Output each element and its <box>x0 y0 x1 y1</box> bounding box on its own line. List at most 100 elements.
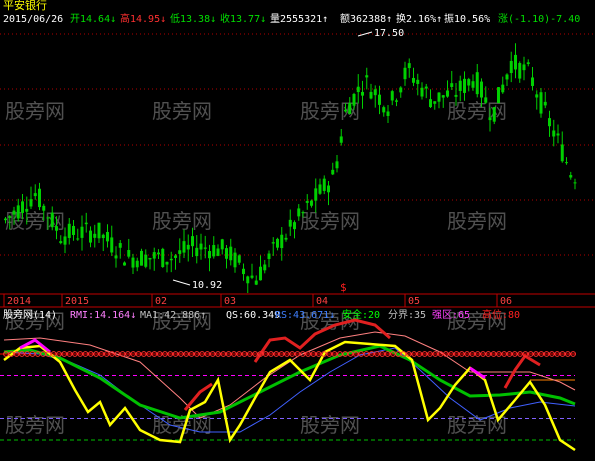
candle-body[interactable] <box>233 252 237 268</box>
candle-body[interactable] <box>195 247 199 257</box>
candle-body[interactable] <box>148 257 152 260</box>
candle-body[interactable] <box>412 77 415 83</box>
candle-body[interactable] <box>382 107 386 113</box>
candle-body[interactable] <box>552 130 556 137</box>
candle-body[interactable] <box>225 248 228 259</box>
candle-body[interactable] <box>199 243 203 250</box>
candle-body[interactable] <box>263 264 267 271</box>
candle-body[interactable] <box>369 91 373 99</box>
candle-body[interactable] <box>416 79 420 84</box>
candle-body[interactable] <box>21 201 24 213</box>
candle-body[interactable] <box>454 94 458 97</box>
candle-body[interactable] <box>310 200 313 206</box>
candle-body[interactable] <box>331 169 335 175</box>
candle-body[interactable] <box>471 81 475 88</box>
candle-body[interactable] <box>135 260 139 268</box>
candle-body[interactable] <box>531 77 534 86</box>
candle-body[interactable] <box>59 241 63 244</box>
candle-body[interactable] <box>543 101 547 106</box>
candle-body[interactable] <box>42 205 46 211</box>
candle-body[interactable] <box>38 188 41 208</box>
candle-body[interactable] <box>220 239 224 250</box>
candle-body[interactable] <box>361 91 364 96</box>
candle-body[interactable] <box>161 248 165 267</box>
candle-body[interactable] <box>80 226 84 238</box>
candle-body[interactable] <box>106 231 109 242</box>
candle-body[interactable] <box>186 244 190 250</box>
candle-body[interactable] <box>514 54 517 70</box>
candle-body[interactable] <box>318 184 322 194</box>
candle-body[interactable] <box>390 91 394 101</box>
stock-name[interactable]: 平安银行 <box>3 0 47 12</box>
candle-body[interactable] <box>433 101 437 104</box>
candle-body[interactable] <box>288 219 292 227</box>
candle-body[interactable] <box>488 117 492 121</box>
candle-body[interactable] <box>518 63 522 79</box>
candle-body[interactable] <box>458 80 462 91</box>
candle-body[interactable] <box>497 87 500 103</box>
candle-body[interactable] <box>305 201 309 203</box>
candle-body[interactable] <box>339 136 343 143</box>
candle-body[interactable] <box>144 254 148 267</box>
candle-body[interactable] <box>72 225 75 235</box>
candle-body[interactable] <box>535 94 539 98</box>
candle-body[interactable] <box>250 275 254 278</box>
indicator-title[interactable]: 股旁网(14) <box>3 308 57 321</box>
candle-body[interactable] <box>293 222 296 230</box>
candle-body[interactable] <box>539 92 543 114</box>
candle-body[interactable] <box>178 250 182 254</box>
candle-body[interactable] <box>501 84 505 93</box>
candle-body[interactable] <box>216 248 220 256</box>
candle-body[interactable] <box>212 245 216 257</box>
candle-body[interactable] <box>437 92 441 102</box>
candle-body[interactable] <box>55 226 58 231</box>
candle-body[interactable] <box>565 162 568 164</box>
candle-body[interactable] <box>114 255 118 259</box>
candle-body[interactable] <box>165 261 169 265</box>
candle-body[interactable] <box>12 210 16 215</box>
candle-body[interactable] <box>280 234 284 249</box>
candle-body[interactable] <box>348 103 352 115</box>
candle-body[interactable] <box>327 185 330 193</box>
candle-body[interactable] <box>509 60 513 74</box>
candle-body[interactable] <box>267 253 271 259</box>
candle-body[interactable] <box>246 276 250 284</box>
candle-body[interactable] <box>93 233 97 238</box>
candle-body[interactable] <box>378 94 381 105</box>
candle-body[interactable] <box>446 90 449 97</box>
candle-body[interactable] <box>505 74 509 80</box>
candle-body[interactable] <box>89 230 92 243</box>
candle-body[interactable] <box>403 67 407 80</box>
candle-body[interactable] <box>407 63 411 69</box>
candle-body[interactable] <box>242 268 245 275</box>
candle-body[interactable] <box>254 280 258 285</box>
candle-body[interactable] <box>123 262 126 266</box>
candle-body[interactable] <box>352 93 356 106</box>
candle-body[interactable] <box>182 241 186 253</box>
candle-body[interactable] <box>356 86 360 93</box>
candle-body[interactable] <box>484 97 488 103</box>
candle-body[interactable] <box>556 133 560 136</box>
candle-body[interactable] <box>76 238 80 240</box>
candle-body[interactable] <box>97 222 101 239</box>
candle-body[interactable] <box>157 252 160 255</box>
candle-body[interactable] <box>429 99 432 108</box>
event-marker-icon[interactable]: $ <box>340 281 347 294</box>
candle-body[interactable] <box>29 199 33 207</box>
candle-body[interactable] <box>46 217 50 219</box>
candle-body[interactable] <box>110 237 114 253</box>
candle-body[interactable] <box>526 62 530 65</box>
candle-body[interactable] <box>441 95 445 98</box>
candle-body[interactable] <box>229 246 233 261</box>
candle-body[interactable] <box>548 118 551 127</box>
stock-chart[interactable]: 股旁网 股旁网 股旁网 股旁网股旁网 股旁网 股旁网 股旁网股旁网 股旁网 股旁网 股旁网股旁网股… <box>0 0 595 461</box>
candle-body[interactable] <box>174 255 177 258</box>
candle-body[interactable] <box>203 247 207 249</box>
candle-body[interactable] <box>191 236 194 247</box>
candle-body[interactable] <box>284 237 288 240</box>
candle-body[interactable] <box>480 81 483 98</box>
candle-body[interactable] <box>322 178 326 191</box>
candle-body[interactable] <box>492 107 496 122</box>
candle-body[interactable] <box>450 83 454 87</box>
candle-body[interactable] <box>314 188 318 201</box>
